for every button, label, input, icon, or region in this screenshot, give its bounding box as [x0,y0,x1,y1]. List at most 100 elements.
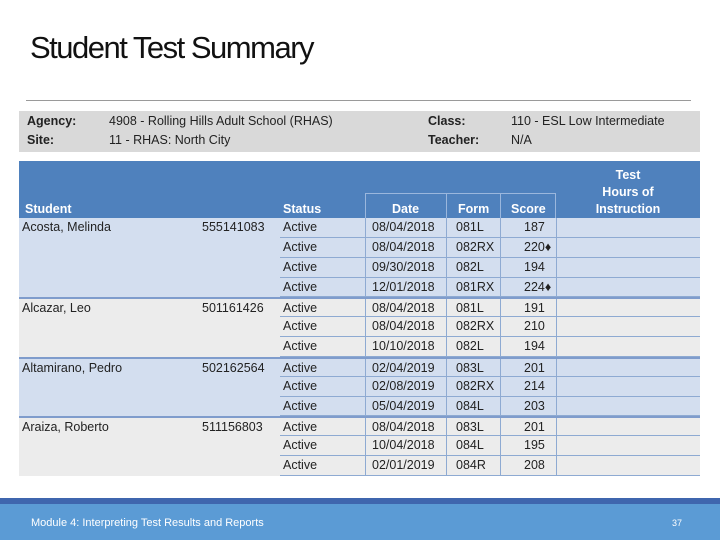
cell-id: 511156803 [202,420,263,435]
table-cell [556,418,700,437]
cell-student: Alcazar, Leo [22,301,91,316]
table-cell [556,218,700,238]
table-row: Active 02/01/2019 084R 208 [19,456,700,476]
table-cell [556,317,700,338]
cell-score: 210 [524,319,545,334]
cell-form: 084L [456,438,484,453]
cell-student: Araiza, Roberto [22,420,109,435]
header-hours-line: Instruction [595,202,661,216]
table-cell [556,436,700,457]
header-form: Form [458,202,490,216]
table-header: Student Status Date Form Score Test Hour… [19,161,700,218]
header-hours: Test Hours of Instruction [556,167,700,218]
table-cell [556,358,700,377]
cell-status: Active [283,339,318,354]
table-row: Active 08/04/2018 082RX 210 [19,317,700,338]
header-hours-line: Hours of [602,185,654,199]
cell-form: 081L [456,220,484,234]
cell-score: 201 [524,420,545,435]
cell-status: Active [283,319,318,334]
cell-score: 194 [524,339,545,354]
cell-date: 08/04/2018 [372,420,435,435]
page-number: 37 [672,518,683,528]
cell-score: 191 [524,301,545,316]
cell-status: Active [283,239,318,254]
cell-score: 214 [524,378,545,393]
header-date: Date [392,202,420,216]
cell-score: 208 [524,458,545,473]
table-cell [556,237,700,258]
cell-date: 05/04/2019 [372,398,435,413]
cell-form: 083L [456,360,484,375]
cell-date: 08/04/2018 [372,319,435,334]
cell-score: 220♦ [524,239,552,254]
cell-status: Active [283,438,318,453]
header-hours-line: Test [615,168,641,182]
cell-score: 224♦ [524,279,552,294]
table-cell [556,299,700,318]
cell-status: Active [283,301,318,316]
cell-id: 555141083 [202,220,265,234]
table-cell [556,257,700,278]
cell-form: 081RX [456,279,495,294]
cell-date: 02/01/2019 [372,458,435,473]
cell-form: 084L [456,398,484,413]
page-title: Student Test Summary [30,30,315,65]
teacher-label: Teacher: [428,133,480,147]
table-row: Altamirano, Pedro 502162564 Active 02/04/20… [19,356,700,377]
cell-form: 082RX [456,319,495,334]
class-value: 110 - ESL Low Intermediate [511,114,665,128]
class-info-panel: Agency: 4908 - Rolling Hills Adult Schoo… [19,111,700,152]
test-summary-table: Student Status Date Form Score Test Hour… [19,161,700,476]
table-cell [556,277,700,298]
header-score: Score [511,202,546,216]
table-cell [556,337,700,357]
cell-score: 195 [524,438,545,453]
cell-form: 084R [456,458,486,473]
cell-student: Altamirano, Pedro [22,360,123,375]
cell-form: 082L [456,339,484,354]
footer-text: Module 4: Interpreting Test Results and … [31,517,264,529]
table-row: Acosta, Melinda 555141083 Active 08/04/2018… [19,218,700,238]
cell-status: Active [283,360,318,375]
cell-student: Acosta, Melinda [22,220,111,234]
cell-date: 08/04/2018 [372,220,435,234]
table-row: Araiza, Roberto 511156803 Active 08/04/2018… [19,416,700,437]
cell-score: 194 [524,259,545,274]
cell-date: 02/04/2019 [372,360,435,375]
cell-date: 10/10/2018 [372,339,435,354]
cell-date: 12/01/2018 [372,279,435,294]
table-cell [556,376,700,397]
cell-form: 081L [456,301,484,316]
cell-form: 083L [456,420,484,435]
cell-date: 09/30/2018 [372,259,435,274]
table-row: Active 10/10/2018 082L 194 [19,337,700,357]
cell-score: 201 [524,360,545,375]
cell-date: 08/04/2018 [372,301,435,316]
agency-value: 4908 - Rolling Hills Adult School (RHAS) [109,114,333,128]
cell-form: 082L [456,259,484,274]
cell-status: Active [283,420,318,435]
cell-id: 501161426 [202,301,264,316]
agency-label: Agency: [27,114,77,128]
cell-status: Active [283,378,318,393]
table-row: Active 08/04/2018 082RX 220♦ [19,237,700,258]
table-row: Alcazar, Leo 501161426 Active 08/04/2018 081… [19,297,700,318]
cell-date: 02/08/2019 [372,378,435,393]
cell-form: 082RX [456,378,495,393]
cell-status: Active [283,220,318,234]
cell-status: Active [283,398,318,413]
table-row: Active 02/08/2019 082RX 214 [19,376,700,397]
cell-score: 187 [524,220,545,234]
footer: Module 4: Interpreting Test Results and … [0,504,720,540]
cell-form: 082RX [456,239,495,254]
cell-status: Active [283,458,318,473]
site-label: Site: [27,133,55,147]
table-cell [556,396,700,417]
table-row: Active 09/30/2018 082L 194 [19,257,700,278]
cell-id: 502162564 [202,360,265,375]
class-label: Class: [428,114,466,128]
table-row: Active 12/01/2018 081RX 224♦ [19,277,700,298]
site-value: 11 - RHAS: North City [109,133,231,147]
divider [26,100,691,101]
